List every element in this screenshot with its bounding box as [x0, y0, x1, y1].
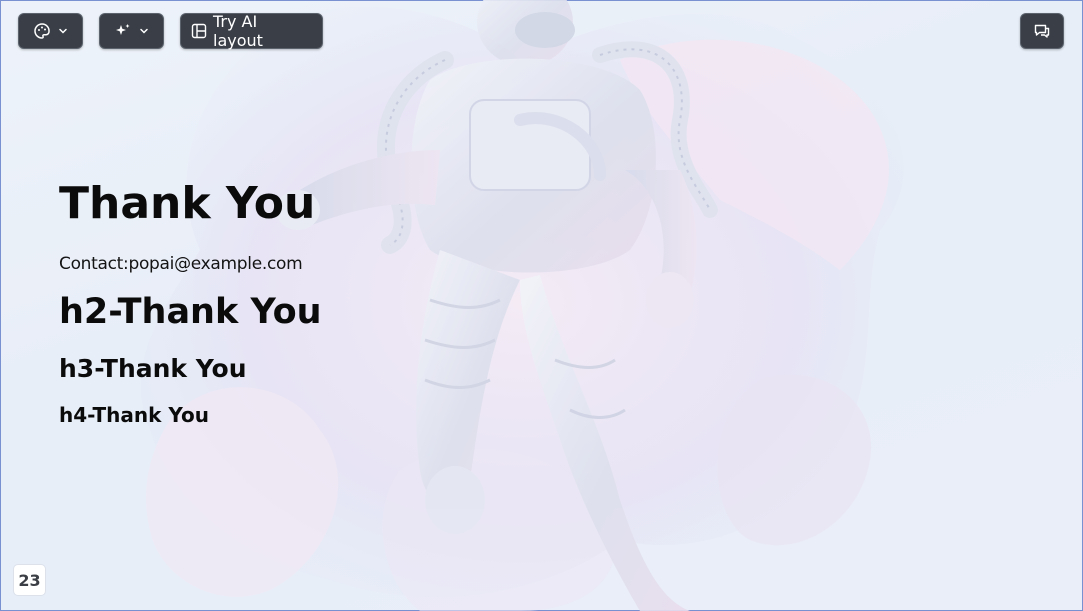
palette-icon	[33, 22, 51, 40]
contact-text[interactable]: Contact:popai@example.com	[59, 254, 303, 274]
chevron-down-icon	[138, 25, 150, 37]
try-ai-layout-label: Try AI layout	[213, 12, 263, 50]
heading-h2[interactable]: h2-Thank You	[59, 292, 322, 332]
sparkles-icon	[114, 22, 132, 40]
heading-h4[interactable]: h4-Thank You	[59, 403, 209, 427]
comment-button[interactable]	[1020, 13, 1064, 49]
comment-icon	[1033, 22, 1051, 40]
try-ai-layout-button[interactable]: Try AI layout	[180, 12, 323, 50]
slide-title[interactable]: Thank You	[59, 178, 315, 229]
layout-icon	[191, 23, 207, 39]
heading-h3[interactable]: h3-Thank You	[59, 354, 247, 383]
magic-button[interactable]	[99, 13, 164, 49]
chevron-down-icon	[57, 25, 69, 37]
slide-canvas: Try AI layout Thank You Contact:popai@ex…	[0, 0, 1083, 611]
page-number: 23	[14, 565, 45, 595]
theme-button[interactable]	[18, 13, 83, 49]
